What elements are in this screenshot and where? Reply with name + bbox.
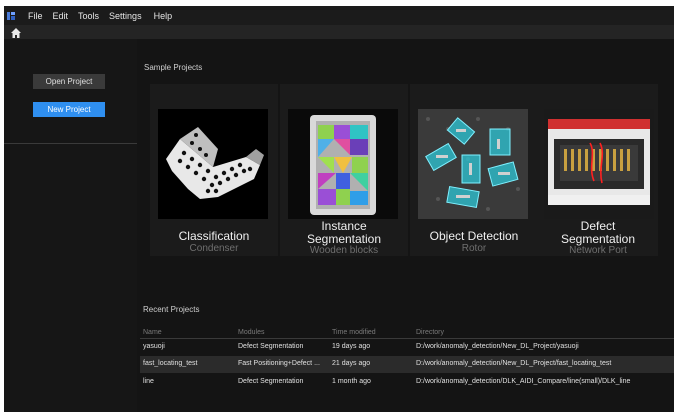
recent-projects-title: Recent Projects	[143, 305, 200, 314]
sample-card-defect-segmentation[interactable]: Defect Segmentation Network Port	[538, 84, 658, 256]
cell-name: fast_locating_test	[143, 360, 198, 367]
cell-time: 21 days ago	[332, 360, 371, 367]
object-detection-thumbnail	[418, 109, 528, 219]
card-title: Object Detection	[429, 229, 519, 243]
card-subtitle: Network Port	[569, 245, 627, 256]
cell-modules: Defect Segmentation	[238, 343, 304, 350]
cell-directory: D:/work/anomaly_detection/New_DL_Project…	[416, 360, 612, 367]
card-title: Classification	[178, 229, 250, 243]
cell-name: line	[143, 378, 154, 385]
menu-help[interactable]: Help	[154, 11, 173, 21]
sample-projects-title: Sample Projects	[144, 63, 203, 72]
cell-name: yasuoji	[143, 343, 165, 350]
app-logo-icon	[4, 6, 18, 25]
card-subtitle: Condenser	[189, 243, 239, 254]
menu-file[interactable]: File	[28, 11, 43, 21]
toolbar	[4, 25, 674, 39]
card-subtitle: Rotor	[461, 243, 487, 254]
cell-time: 1 month ago	[332, 378, 371, 385]
menu-edit[interactable]: Edit	[53, 11, 69, 21]
cell-directory: D:/work/anomaly_detection/New_DL_Project…	[416, 343, 579, 350]
table-row[interactable]: yasuoji Defect Segmentation 19 days ago …	[140, 338, 674, 356]
app-window: File Edit Tools Settings Help Open Proje…	[4, 6, 674, 412]
cell-directory: D:/work/anomaly_detection/DLK_AIDI_Compa…	[416, 378, 631, 385]
menu-bar: File Edit Tools Settings Help	[4, 6, 674, 25]
sidebar: Open Project New Project	[4, 39, 137, 412]
table-row[interactable]: fast_locating_test Fast Positioning+Defe…	[140, 356, 674, 373]
sample-card-instance-segmentation[interactable]: Instance Segmentation Wooden blocks	[280, 84, 408, 256]
sample-card-object-detection[interactable]: Object Detection Rotor	[410, 84, 538, 256]
defect-segmentation-thumbnail	[544, 109, 654, 219]
sidebar-divider	[4, 143, 137, 144]
menu-tools[interactable]: Tools	[78, 11, 99, 21]
cell-modules: Fast Positioning+Defect ...	[238, 360, 320, 367]
menu-settings[interactable]: Settings	[109, 11, 142, 21]
cell-time: 19 days ago	[332, 343, 371, 350]
open-project-button[interactable]: Open Project	[33, 74, 105, 89]
cell-modules: Defect Segmentation	[238, 378, 304, 385]
new-project-button[interactable]: New Project	[33, 102, 105, 117]
sample-card-classification[interactable]: Classification Condenser	[150, 84, 278, 256]
instance-segmentation-thumbnail	[288, 109, 398, 219]
table-row[interactable]: line Defect Segmentation 1 month ago D:/…	[140, 374, 674, 391]
card-subtitle: Wooden blocks	[309, 245, 379, 256]
home-icon[interactable]	[10, 26, 22, 38]
classification-thumbnail	[158, 109, 268, 219]
